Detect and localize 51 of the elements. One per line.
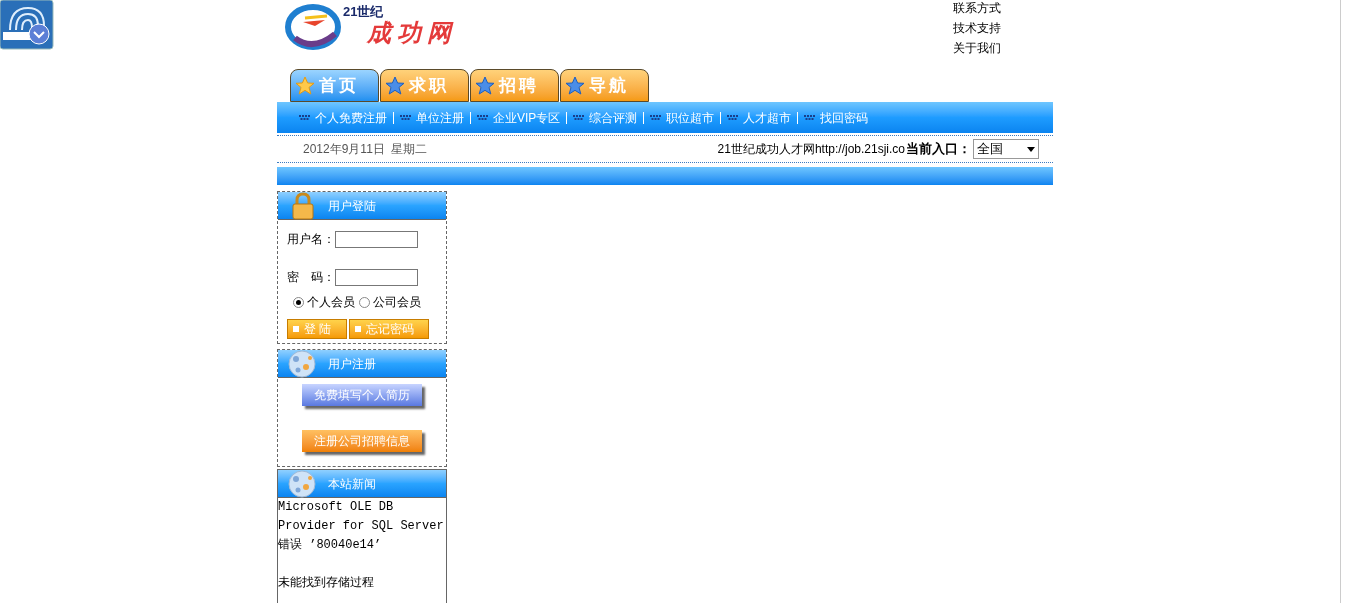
entry-select[interactable]: 全国: [973, 139, 1039, 159]
nav-tab[interactable]: 导航: [560, 69, 649, 102]
bullet-icon: [650, 114, 663, 121]
nav-link[interactable]: 单位注册: [416, 108, 464, 127]
register-button[interactable]: 免费填写个人简历: [302, 384, 422, 406]
header-link[interactable]: 关于我们: [953, 38, 1001, 58]
bullet-icon: [400, 114, 412, 121]
logo-tagline: 21世纪: [343, 5, 385, 18]
bullet-icon: [299, 114, 311, 121]
header-link[interactable]: 技术支持: [953, 18, 1001, 38]
news-text: 未能找到存储过程: [278, 575, 375, 592]
header-link[interactable]: 联系方式: [953, 0, 1001, 18]
input-field[interactable]: [335, 230, 418, 248]
login-button[interactable]: 忘记密码: [349, 319, 429, 339]
nav-link[interactable]: 职位超市: [666, 108, 715, 127]
star-icon: [565, 75, 585, 96]
panel-title: 用户注册: [328, 355, 376, 373]
radio-label: 公司会员: [373, 294, 421, 311]
panel-title: 本站新闻: [328, 475, 376, 493]
dropdown-caret-icon: [1027, 146, 1035, 152]
input-field[interactable]: [335, 268, 418, 286]
nav-link[interactable]: 企业VIP专区: [493, 108, 561, 127]
star-icon: [475, 75, 495, 96]
nav-link[interactable]: 个人免费注册: [315, 108, 387, 127]
login-button[interactable]: 登 陆: [287, 319, 347, 339]
entry-label: 当前入口：: [906, 140, 971, 159]
bullet-icon: [804, 114, 817, 121]
padlock-icon: [291, 191, 315, 220]
bullet-icon: [477, 114, 489, 121]
panel-title: 用户登陆: [328, 197, 376, 215]
nav-link[interactable]: 人才超市: [743, 108, 792, 127]
nav-tab[interactable]: 首页: [290, 69, 379, 102]
site-address: 21世纪成功人才网http://job.21sji.co: [717, 141, 905, 158]
star-icon: [385, 75, 405, 96]
nav-link[interactable]: 找回密码: [820, 108, 869, 127]
field-label: 密 码：: [287, 269, 335, 286]
register-button[interactable]: 注册公司招聘信息: [302, 430, 422, 452]
bullet-icon: [727, 114, 740, 121]
bullet-icon: [573, 114, 586, 121]
radio-label: 个人会员: [307, 294, 355, 311]
nav-tab[interactable]: 招聘: [470, 69, 559, 102]
logo-title: 成功网: [367, 21, 457, 45]
date-text: 2012年9月11日 星期二: [303, 141, 428, 158]
field-label: 用户名：: [287, 231, 335, 248]
star-icon: [295, 75, 315, 96]
fingerprint-app-icon[interactable]: [0, 0, 54, 50]
nav-link[interactable]: 综合评测: [589, 108, 638, 127]
nav-tab[interactable]: 求职: [380, 69, 469, 102]
radio-button[interactable]: [293, 296, 304, 308]
radio-button[interactable]: [359, 296, 370, 308]
news-text: Microsoft OLE DB Provider for SQL Server 错误 ’80040e14’: [278, 499, 445, 554]
